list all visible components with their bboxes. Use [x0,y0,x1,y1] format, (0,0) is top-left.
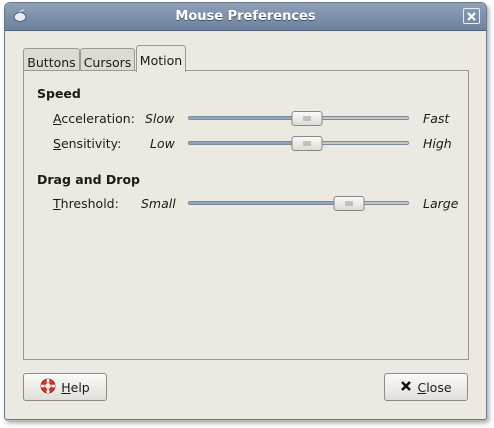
acceleration-label-rest: cceleration: [61,111,135,126]
title-bar[interactable]: Mouse Preferences [5,3,486,31]
tab-motion[interactable]: Motion [136,45,186,72]
tab-buttons[interactable]: Buttons [23,48,80,71]
sensitivity-min-label: Low [150,136,175,151]
tab-label: Motion [139,53,183,68]
tab-label: Cursors [83,55,132,70]
acceleration-slider-handle[interactable] [291,111,323,126]
sensitivity-label-rest: ensitivity: [60,136,122,151]
acceleration-slider[interactable] [188,111,409,126]
acceleration-label: Acceleration: [53,111,135,126]
acceleration-max-label: Fast [423,111,450,126]
threshold-slider-handle[interactable] [333,196,365,211]
mouse-preferences-window: Mouse Preferences Buttons Cursors Motion… [4,2,487,420]
close-button-label: Close [417,380,451,395]
sensitivity-mnemonic: S [53,136,61,151]
window-title: Mouse Preferences [175,9,316,24]
threshold-max-label: Large [423,196,459,211]
threshold-slider[interactable] [188,196,409,211]
lifebuoy-icon [40,378,56,397]
close-icon[interactable] [463,8,480,24]
acceleration-slider-fill [189,117,308,119]
threshold-label: Threshold: [53,196,119,211]
sensitivity-slider-fill [189,142,308,144]
threshold-label-rest: hreshold: [60,196,119,211]
sensitivity-label: Sensitivity: [53,136,121,151]
speed-heading: Speed [37,86,81,101]
close-button[interactable]: Close [384,373,468,401]
motion-panel: Speed Acceleration: Slow Fast Sensitivit… [23,70,469,360]
threshold-min-label: Small [141,196,176,211]
threshold-slider-fill [189,202,349,204]
close-mnemonic: C [417,379,427,395]
sensitivity-slider[interactable] [188,136,409,151]
sensitivity-slider-handle[interactable] [291,136,323,151]
x-icon [400,380,412,395]
tab-cursors[interactable]: Cursors [80,48,135,71]
threshold-mnemonic: T [53,196,61,211]
help-button-label: Help [61,380,90,395]
help-button[interactable]: Help [23,373,107,401]
tab-label: Buttons [27,55,76,70]
sensitivity-max-label: High [423,136,452,151]
close-label-rest: lose [426,379,452,395]
help-mnemonic: H [61,379,71,395]
help-label-rest: elp [70,379,90,395]
acceleration-min-label: Slow [145,111,175,126]
drag-and-drop-heading: Drag and Drop [37,172,140,187]
